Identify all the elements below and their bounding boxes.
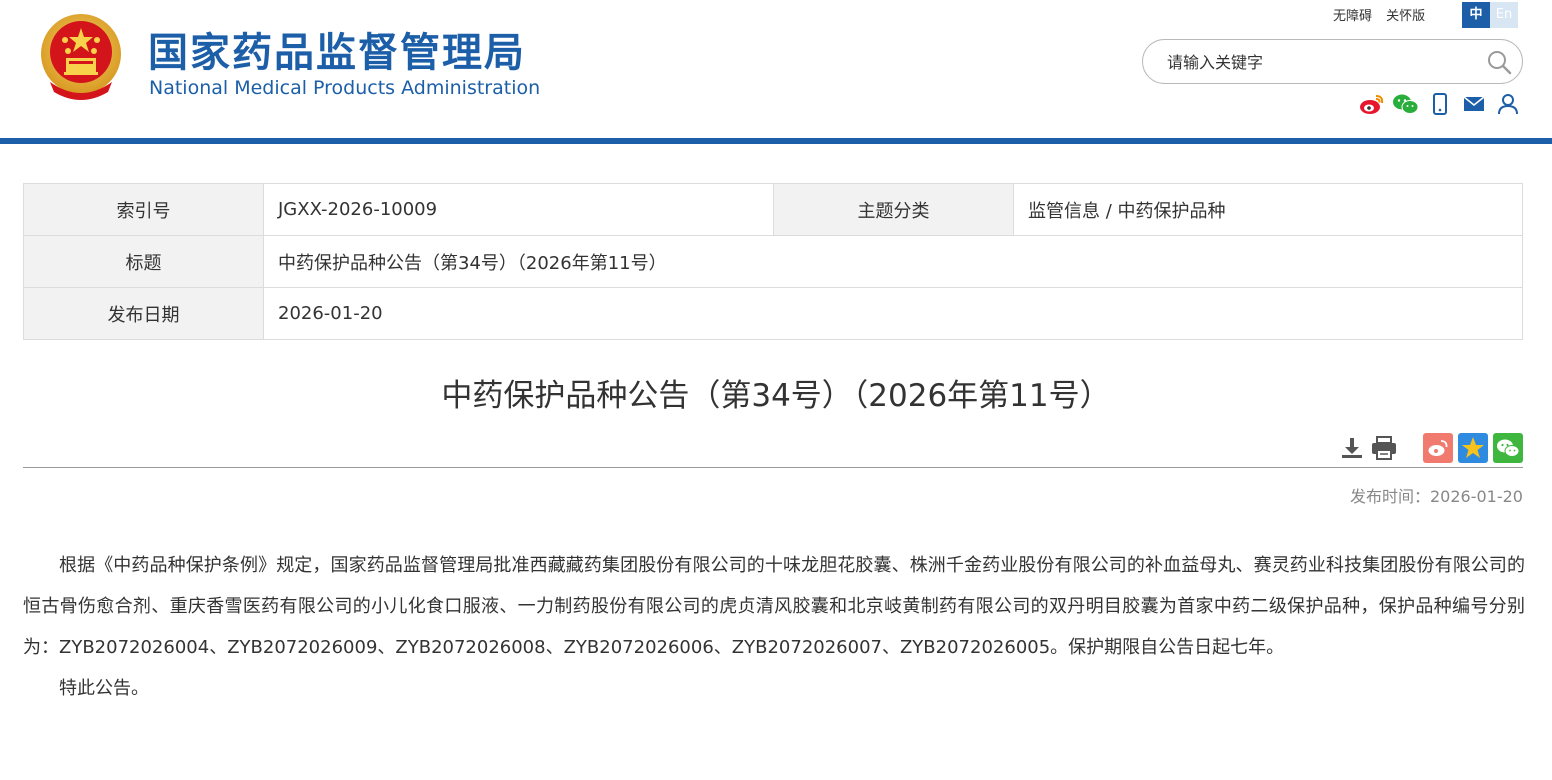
index-value: JGXX-2026-10009 bbox=[263, 183, 774, 236]
date-value: 2026-01-20 bbox=[263, 287, 1523, 340]
article-info-table: 索引号 JGXX-2026-10009 主题分类 监管信息 / 中药保护品种 标… bbox=[23, 183, 1523, 340]
table-row: 标题 中药保护品种公告（第34号）（2026年第11号） bbox=[23, 235, 1523, 288]
article-body: 根据《中药品种保护条例》规定，国家药品监督管理局批准西藏藏药集团股份有限公司的十… bbox=[23, 545, 1525, 709]
accessibility-link[interactable]: 无障碍 bbox=[1333, 9, 1372, 24]
publish-time: 发布时间：2026-01-20 bbox=[1350, 487, 1523, 506]
weibo-icon[interactable] bbox=[1358, 92, 1386, 116]
site-title[interactable]: 国家药品监督管理局 bbox=[148, 20, 526, 78]
title-divider bbox=[23, 467, 1523, 468]
language-switch: 中 En bbox=[1462, 2, 1518, 28]
download-icon[interactable] bbox=[1336, 432, 1368, 464]
header-divider bbox=[0, 138, 1552, 144]
article-tools bbox=[1336, 432, 1523, 464]
topic-value: 监管信息 / 中药保护品种 bbox=[1013, 183, 1523, 236]
lang-zh-button[interactable]: 中 bbox=[1462, 2, 1490, 28]
title-value: 中药保护品种公告（第34号）（2026年第11号） bbox=[263, 235, 1523, 288]
article-paragraph: 特此公告。 bbox=[59, 678, 149, 699]
elderly-mode-link[interactable]: 关怀版 bbox=[1386, 9, 1425, 24]
article-paragraph: 根据《中药品种保护条例》规定，国家药品监督管理局批准西藏藏药集团股份有限公司的十… bbox=[23, 555, 1525, 658]
user-icon[interactable] bbox=[1494, 92, 1522, 116]
table-row: 索引号 JGXX-2026-10009 主题分类 监管信息 / 中药保护品种 bbox=[23, 183, 1523, 236]
mobile-icon[interactable] bbox=[1426, 92, 1454, 116]
print-icon[interactable] bbox=[1368, 432, 1400, 464]
national-emblem-icon bbox=[41, 14, 121, 100]
search-icon[interactable] bbox=[1486, 49, 1512, 75]
date-label: 发布日期 bbox=[23, 287, 264, 340]
site-title-en[interactable]: National Medical Products Administration bbox=[149, 77, 540, 99]
title-label: 标题 bbox=[23, 235, 264, 288]
table-row: 发布日期 2026-01-20 bbox=[23, 287, 1523, 340]
wechat-icon[interactable] bbox=[1392, 92, 1420, 116]
topic-label: 主题分类 bbox=[773, 183, 1014, 236]
wechat-share-icon[interactable] bbox=[1493, 433, 1523, 463]
article-title: 中药保护品种公告（第34号）（2026年第11号） bbox=[441, 378, 1111, 414]
qzone-share-icon[interactable] bbox=[1458, 433, 1488, 463]
header-social-links bbox=[1358, 92, 1522, 116]
top-links: 无障碍 关怀版 bbox=[1333, 5, 1435, 24]
weibo-share-icon[interactable] bbox=[1423, 433, 1453, 463]
search-box bbox=[1142, 39, 1523, 84]
index-label: 索引号 bbox=[23, 183, 264, 236]
search-input[interactable] bbox=[1167, 50, 1467, 74]
site-header: 国家药品监督管理局 National Medical Products Admi… bbox=[0, 0, 1552, 140]
lang-en-button[interactable]: En bbox=[1490, 2, 1518, 28]
mail-icon[interactable] bbox=[1460, 92, 1488, 116]
